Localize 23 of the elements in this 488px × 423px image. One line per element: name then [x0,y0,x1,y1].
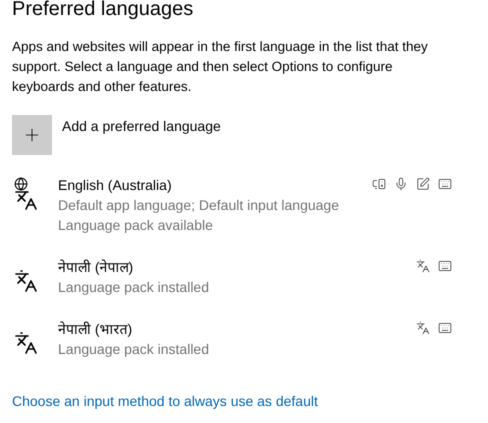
page-title: Preferred languages [12,0,194,21]
microphone-icon [394,177,408,191]
language-name: नेपाली (भारत) [58,320,134,339]
language-detail: Language pack installed [58,278,210,297]
keyboard-icon [438,177,452,191]
language-detail: Language pack available [58,216,214,235]
language-item[interactable]: नेपाली (भारत) Language pack installed [12,319,452,359]
language-detail: Default app language; Default input language [58,196,340,215]
language-item[interactable]: English (Australia) Default app language; Default input language Language pack available [12,175,452,235]
description: Apps and websites will appear in the first language in the list that they support. Select a language and then select Options to configure keyboards and other features. [12,38,429,96]
add-language-label[interactable]: Add a preferred language [62,116,221,137]
speech-icon [372,177,386,191]
pen-icon [416,177,430,191]
language-name: English (Australia) [58,176,173,195]
language-icon [416,259,430,273]
language-icon [416,321,430,335]
keyboard-icon [438,321,452,335]
language-item[interactable]: नेपाली (नेपाल) Language pack installed [12,257,452,297]
add-language-button[interactable] [12,115,52,155]
input-method-link[interactable]: Choose an input method to always use as default [12,391,318,412]
keyboard-icon [438,259,452,273]
language-name: नेपाली (नेपाल) [58,258,134,277]
language-detail: Language pack installed [58,340,210,359]
